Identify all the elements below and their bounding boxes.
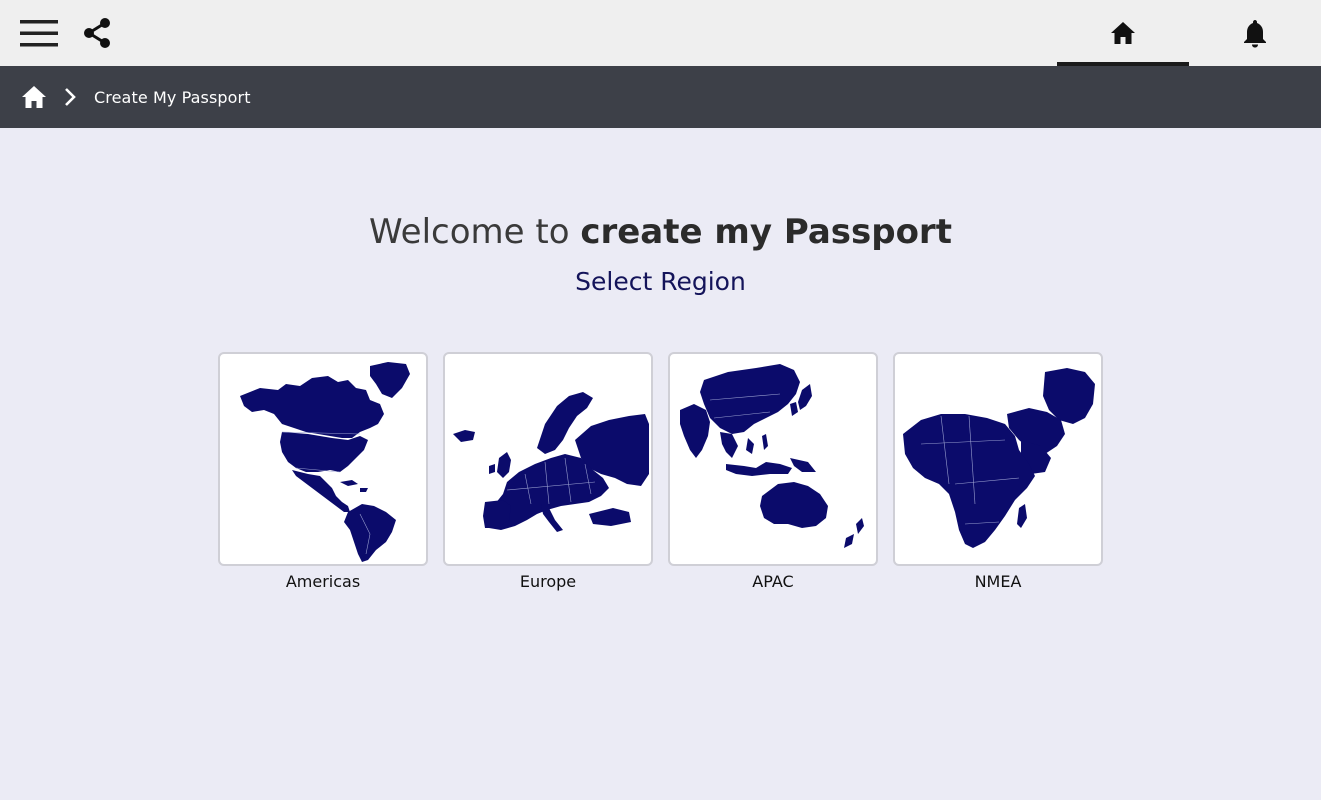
region-card-image[interactable]	[218, 352, 428, 566]
region-label: Europe	[519, 572, 577, 591]
americas-map-icon	[240, 362, 410, 562]
page-title-prefix: Welcome to	[369, 212, 581, 252]
bell-icon	[1244, 20, 1266, 48]
hamburger-menu-icon	[20, 20, 58, 47]
europe-map-icon	[453, 392, 649, 532]
top-app-bar	[0, 0, 1321, 66]
nmea-map-icon	[903, 368, 1095, 548]
apac-map-icon	[680, 364, 864, 548]
region-card-nmea[interactable]: NMEA	[893, 352, 1103, 591]
page-subtitle: Select Region	[575, 267, 746, 296]
tab-notifications[interactable]	[1189, 0, 1321, 66]
region-label: Americas	[285, 572, 361, 591]
breadcrumb-home-link[interactable]	[20, 83, 48, 111]
home-icon	[22, 86, 46, 108]
region-grid: Americas Europe APAC NMEA	[218, 352, 1104, 602]
region-card-image[interactable]	[893, 352, 1103, 566]
region-card-image[interactable]	[443, 352, 653, 566]
share-button[interactable]	[78, 14, 116, 52]
region-card-americas[interactable]: Americas	[218, 352, 428, 591]
region-label: APAC	[752, 572, 794, 591]
share-icon	[84, 18, 110, 48]
chevron-right-icon	[60, 85, 80, 109]
page-title-bold: create my Passport	[580, 212, 952, 252]
region-label: NMEA	[974, 572, 1022, 591]
region-card-europe[interactable]: Europe	[443, 352, 653, 591]
breadcrumb: Create My Passport	[0, 66, 1321, 128]
home-icon	[1111, 22, 1135, 44]
breadcrumb-current: Create My Passport	[94, 87, 251, 107]
page-title: Welcome to create my Passport	[0, 212, 1321, 252]
region-card-image[interactable]	[668, 352, 878, 566]
menu-button[interactable]	[18, 14, 60, 52]
region-card-apac[interactable]: APAC	[668, 352, 878, 591]
tab-home[interactable]	[1057, 0, 1189, 66]
